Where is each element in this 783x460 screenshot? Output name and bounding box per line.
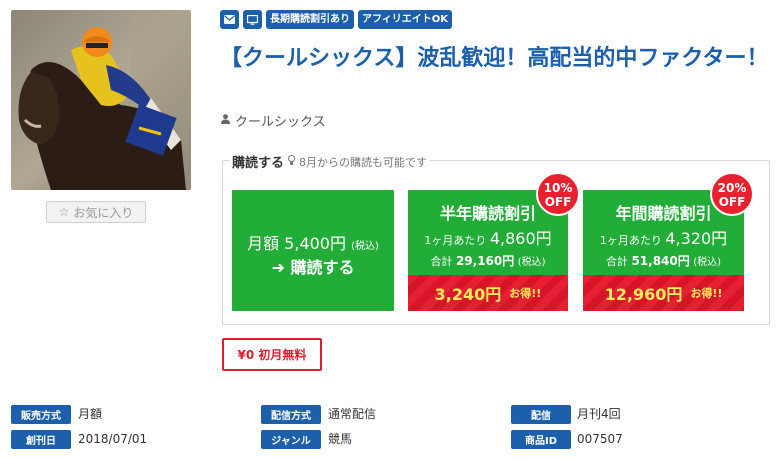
delivery-type-label: 配信方式 [261, 405, 321, 424]
per-month-amount: 4,860円 [489, 229, 552, 248]
total-label: 合計 [605, 255, 628, 268]
user-icon [221, 114, 230, 127]
tax-note: (税込) [517, 257, 546, 268]
frequency-label: 配信 [511, 405, 571, 424]
genre-label: ジャンル [261, 430, 321, 449]
savings-amount: 12,960円 [604, 285, 683, 304]
per-month-label: 1ヶ月あたり [599, 234, 662, 247]
tag-badges: 長期購読割引あり アフィリエイトOK [220, 10, 453, 29]
jockey-horse-image [11, 10, 191, 190]
genre-value: 競馬 [328, 432, 353, 446]
year-savings: 12,960円 お得!! [583, 275, 744, 311]
lightbulb-icon [288, 154, 296, 169]
total-label: 合計 [430, 255, 453, 268]
sales-type-label: 販売方式 [11, 405, 71, 424]
product-id-label: 商品ID [511, 430, 571, 449]
launch-date-value: 2018/07/01 [78, 432, 148, 446]
subscribe-cta-label: 購読する [290, 258, 355, 277]
product-thumbnail [11, 10, 191, 190]
monthly-price-value: 月額 5,400円 [247, 234, 346, 253]
author-link[interactable]: クールシックス [221, 111, 326, 130]
subscription-heading: 購読する [232, 156, 285, 171]
subscribe-cta: ➜ 購読する [232, 254, 394, 278]
star-outline-icon: ☆ [58, 205, 70, 219]
year-discount-badge: 20% OFF [710, 172, 754, 216]
subscription-legend: 購読する 8月からの購読も可能です [229, 152, 431, 171]
long-term-discount-badge: 長期購読割引あり [266, 10, 354, 29]
frequency-value: 月刊4回 [577, 407, 621, 421]
monthly-tax-note: (税込) [351, 241, 379, 252]
half-year-savings: 3,240円 お得!! [408, 275, 568, 311]
savings-word: お得!! [509, 287, 542, 300]
total-amount: 29,160円 [455, 254, 515, 268]
arrow-right-icon: ➜ [271, 258, 285, 277]
delivery-type-value: 通常配信 [328, 407, 377, 421]
per-month-amount: 4,320円 [665, 229, 728, 248]
affiliate-badge: アフィリエイトOK [358, 10, 453, 29]
favorite-button[interactable]: ☆ お気に入り [46, 201, 146, 223]
sales-type-value: 月額 [78, 407, 103, 421]
discount-off: OFF [718, 195, 746, 209]
envelope-icon [220, 10, 239, 29]
discount-percent: 10% [543, 181, 573, 195]
monitor-icon [243, 10, 262, 29]
total-amount: 51,840円 [631, 254, 690, 268]
savings-amount: 3,240円 [434, 285, 502, 304]
year-total: 合計 51,840円 (税込) [583, 252, 744, 269]
monthly-plan-button[interactable]: 月額 5,400円 (税込) ➜ 購読する [232, 190, 394, 311]
product-id-value: 007507 [577, 432, 623, 446]
tax-note: (税込) [693, 257, 722, 268]
author-name: クールシックス [235, 115, 326, 130]
page-title: 【クールシックス】波乱歓迎！高配当的中ファクター！ [220, 46, 769, 71]
launch-date-label: 創刊日 [11, 430, 71, 449]
favorite-label: お気に入り [73, 205, 134, 220]
half-year-per-month: 1ヶ月あたり 4,860円 [408, 225, 568, 249]
half-year-discount-badge: 10% OFF [536, 172, 580, 216]
savings-word: お得!! [690, 287, 723, 300]
free-first-month-button[interactable]: ¥0 初月無料 [222, 338, 322, 371]
monthly-price: 月額 5,400円 (税込) [232, 230, 394, 254]
discount-off: OFF [544, 195, 572, 209]
discount-percent: 20% [717, 181, 747, 195]
subscription-note: 8月からの購読も可能です [299, 155, 428, 169]
year-per-month: 1ヶ月あたり 4,320円 [583, 225, 744, 249]
per-month-label: 1ヶ月あたり [424, 234, 487, 247]
half-year-total: 合計 29,160円 (税込) [408, 252, 568, 269]
